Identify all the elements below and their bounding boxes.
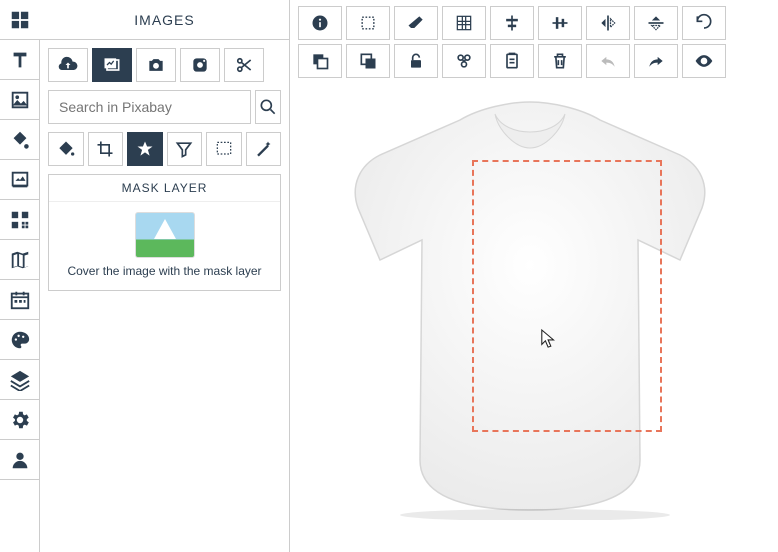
clipboard-icon[interactable]	[490, 44, 534, 78]
funnel-icon[interactable]	[167, 132, 203, 166]
camera-icon[interactable]	[136, 48, 176, 82]
wand-icon[interactable]	[246, 132, 282, 166]
align-center-v-icon[interactable]	[538, 6, 582, 40]
qr-code-icon[interactable]	[0, 200, 40, 240]
grid-icon[interactable]	[0, 0, 40, 40]
info-icon[interactable]	[298, 6, 342, 40]
image-source-row	[48, 48, 281, 82]
top-toolbar-row-1	[298, 6, 770, 40]
settings-icon[interactable]	[0, 400, 40, 440]
redo-step-icon[interactable]	[634, 44, 678, 78]
top-toolbar-row-2	[298, 44, 770, 78]
text-icon[interactable]	[0, 40, 40, 80]
library-icon[interactable]	[92, 48, 132, 82]
calendar-icon[interactable]	[0, 280, 40, 320]
palette-icon[interactable]	[0, 320, 40, 360]
map-icon[interactable]	[0, 240, 40, 280]
search-input[interactable]	[48, 90, 251, 124]
lock-icon[interactable]	[394, 44, 438, 78]
flip-vertical-icon[interactable]	[634, 6, 678, 40]
filter-row	[48, 132, 281, 166]
search-row	[48, 90, 281, 124]
canvas-area	[290, 0, 778, 552]
product-stage[interactable]	[340, 100, 720, 520]
image-icon[interactable]	[0, 80, 40, 120]
marquee-icon[interactable]	[346, 6, 390, 40]
mask-layer-title: MASK LAYER	[49, 175, 280, 202]
instagram-icon[interactable]	[180, 48, 220, 82]
side-panel: IMAGES	[40, 0, 290, 552]
search-button[interactable]	[255, 90, 281, 124]
undo-icon[interactable]	[682, 6, 726, 40]
grid-toggle-icon[interactable]	[442, 6, 486, 40]
crop-icon[interactable]	[88, 132, 124, 166]
send-back-icon[interactable]	[298, 44, 342, 78]
paint-icon[interactable]	[0, 120, 40, 160]
panel-title: IMAGES	[40, 0, 289, 40]
mask-layer-box: MASK LAYER Cover the image with the mask…	[48, 174, 281, 291]
bring-front-icon[interactable]	[346, 44, 390, 78]
cut-icon[interactable]	[224, 48, 264, 82]
upload-icon[interactable]	[48, 48, 88, 82]
mask-thumbnail[interactable]	[135, 212, 195, 258]
flip-horizontal-icon[interactable]	[586, 6, 630, 40]
align-center-h-icon[interactable]	[490, 6, 534, 40]
star-filter-icon[interactable]	[127, 132, 163, 166]
user-icon[interactable]	[0, 440, 40, 480]
layers-icon[interactable]	[0, 360, 40, 400]
left-rail	[0, 0, 40, 552]
preview-icon[interactable]	[682, 44, 726, 78]
eraser-icon[interactable]	[394, 6, 438, 40]
bucket-icon[interactable]	[48, 132, 84, 166]
select-area-icon[interactable]	[206, 132, 242, 166]
trash-icon[interactable]	[538, 44, 582, 78]
group-icon[interactable]	[442, 44, 486, 78]
mask-caption: Cover the image with the mask layer	[67, 264, 261, 278]
undo-step-icon[interactable]	[586, 44, 630, 78]
photo-book-icon[interactable]	[0, 160, 40, 200]
print-area[interactable]	[472, 160, 662, 432]
